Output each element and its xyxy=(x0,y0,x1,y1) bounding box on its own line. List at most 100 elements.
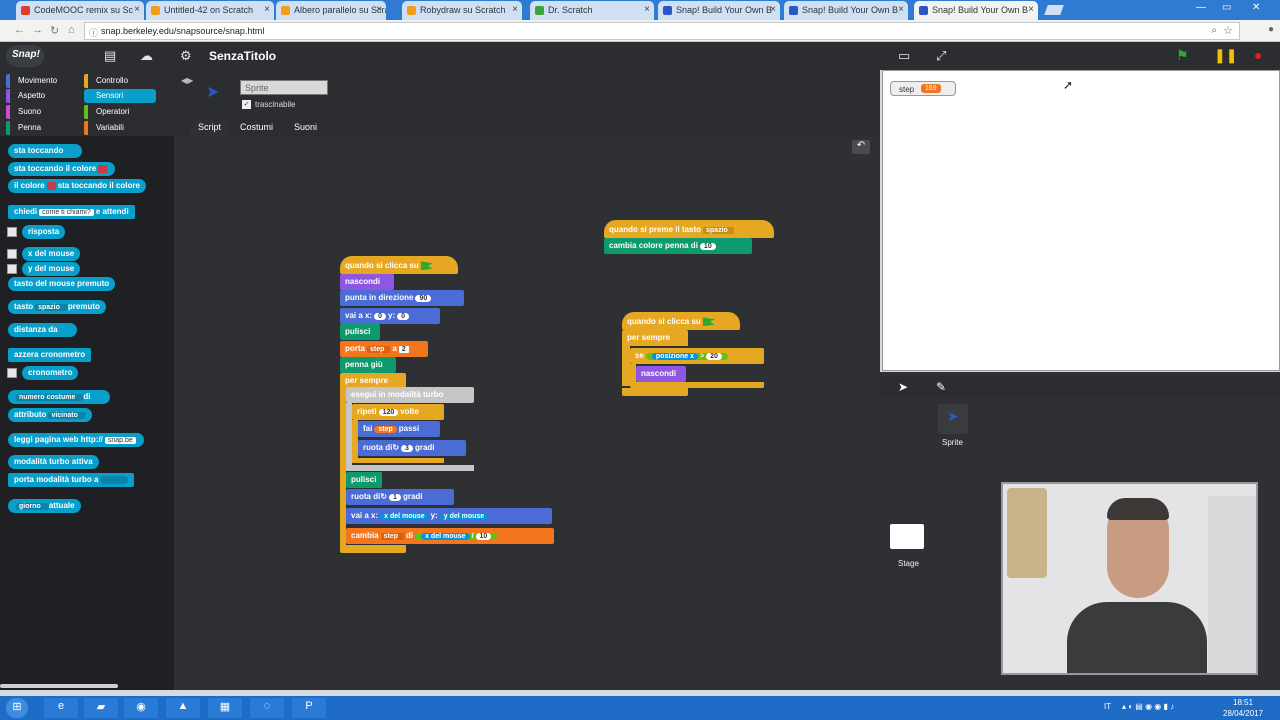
palette-block-attribute-of[interactable]: numero costume di xyxy=(8,390,110,404)
palette-block-mouse-y[interactable]: y del mouse xyxy=(22,262,81,276)
browser-tab[interactable]: Dr. Scratch × xyxy=(530,1,654,20)
palette-block-reset-timer[interactable]: azzera cronometro xyxy=(8,348,92,362)
variable-dropdown[interactable]: step xyxy=(367,346,391,353)
degrees-slot[interactable]: 1 xyxy=(389,494,401,501)
degrees-slot[interactable]: 3 xyxy=(401,445,413,452)
tab-sounds[interactable]: Suoni xyxy=(286,120,325,136)
browser-tab[interactable]: Snap! Build Your Own B × xyxy=(658,1,780,20)
hat-when-key-pressed[interactable]: quando si preme il tasto spazio xyxy=(604,220,774,238)
category-variables[interactable]: Variabili xyxy=(84,121,156,135)
palette-block-touching-color[interactable]: sta toccando il colore xyxy=(8,162,116,176)
vlc-icon[interactable]: ▲ xyxy=(166,698,200,718)
key-dropdown[interactable]: spazio xyxy=(703,227,734,234)
comparison-block[interactable]: posizione x >20 xyxy=(645,353,728,360)
browser-tab[interactable]: CodeMOOC remix su Sc × xyxy=(16,1,144,20)
number-slot[interactable]: 10 xyxy=(475,533,492,540)
close-tab-icon[interactable]: × xyxy=(512,4,518,15)
palette-block-timer[interactable]: cronometro xyxy=(22,366,79,380)
pause-icon[interactable]: ❚❚ xyxy=(1214,47,1237,64)
number-slot[interactable]: 10 xyxy=(699,243,716,250)
block-if[interactable]: se posizione x >20 xyxy=(630,348,764,364)
palette-block-turbo[interactable]: modalità turbo attiva xyxy=(8,455,99,469)
direction-slot[interactable]: 90 xyxy=(415,295,432,302)
close-tab-icon[interactable]: × xyxy=(376,4,382,15)
minimize-icon[interactable]: — xyxy=(1196,2,1206,13)
settings-gear-icon[interactable]: ⚙ xyxy=(180,48,192,64)
block-point-direction[interactable]: punta in direzione 90 xyxy=(340,290,464,306)
boolean-slot[interactable] xyxy=(100,475,129,484)
color-slot[interactable] xyxy=(98,164,108,173)
maximize-icon[interactable]: ▭ xyxy=(1222,2,1231,13)
close-window-icon[interactable]: ✕ xyxy=(1252,2,1260,13)
divide-block[interactable]: x del mouse/10 xyxy=(415,533,498,540)
stage-thumbnail[interactable] xyxy=(890,524,924,549)
new-tab-button[interactable] xyxy=(1044,5,1064,15)
variable-reporter[interactable]: step xyxy=(374,426,397,433)
close-tab-icon[interactable]: × xyxy=(1028,4,1034,15)
palette-block-set-turbo[interactable]: porta modalità turbo a xyxy=(8,473,135,487)
block-turn-right[interactable]: ruota di↻ 3 gradi xyxy=(358,440,466,456)
undo-icon[interactable]: ↶ xyxy=(852,140,870,154)
draggable-checkbox[interactable]: ✓ xyxy=(242,100,251,109)
category-motion[interactable]: Movimento xyxy=(6,74,78,88)
attribute-dropdown[interactable]: numero costume xyxy=(16,394,84,401)
bookmark-star-icon[interactable]: ☆ xyxy=(1223,24,1233,37)
powerpoint-icon[interactable]: P xyxy=(292,698,326,718)
variable-dropdown[interactable]: step xyxy=(380,533,404,540)
sprite-name-field[interactable]: Sprite xyxy=(240,80,328,95)
block-goto-xy[interactable]: vai a x: x del mouse y: y del mouse xyxy=(346,508,552,524)
block-turbo[interactable]: esegui in modalità turbo xyxy=(346,387,474,403)
palette-block-distance[interactable]: distanza da xyxy=(8,323,77,337)
palette-scrollbar[interactable] xyxy=(0,684,118,688)
block-clear[interactable]: pulisci xyxy=(340,324,380,340)
script-area[interactable] xyxy=(174,136,880,690)
mouse-x-reporter[interactable]: x del mouse xyxy=(380,513,429,520)
zoom-icon[interactable]: ⌕ xyxy=(1211,25,1217,36)
stage[interactable] xyxy=(882,70,1280,371)
browser-tab[interactable]: Untitled-42 on Scratch × xyxy=(146,1,274,20)
category-sound[interactable]: Suono xyxy=(6,105,78,119)
cloud-icon[interactable]: ☁ xyxy=(140,48,153,64)
address-bar[interactable]: ⓘ snap.berkeley.edu/snapsource/snap.html… xyxy=(84,22,1240,40)
palette-block-key-pressed[interactable]: tasto spazio premuto xyxy=(8,300,106,314)
snap-logo[interactable]: Snap! xyxy=(6,45,44,67)
page-info-icon[interactable]: ⓘ xyxy=(89,26,98,39)
add-turtle-sprite-icon[interactable]: ➤ xyxy=(898,380,908,394)
category-looks[interactable]: Aspetto xyxy=(6,89,78,103)
start-button-icon[interactable]: ⊞ xyxy=(6,698,28,718)
mouse-x-reporter[interactable]: x del mouse xyxy=(421,533,470,540)
fullscreen-icon[interactable]: ⤢ xyxy=(936,48,946,64)
block-set-variable[interactable]: porta step a 2 xyxy=(340,341,428,357)
hat-when-flag-clicked[interactable]: quando si clicca su xyxy=(622,312,740,330)
screen-recorder-icon[interactable]: ▦ xyxy=(208,698,242,718)
paint-brush-icon[interactable]: ✎ xyxy=(936,380,946,394)
variable-watcher[interactable]: step 169 xyxy=(890,81,956,96)
forward-icon[interactable]: → xyxy=(32,24,43,36)
position-reporter[interactable]: posizione x xyxy=(651,353,699,360)
palette-block-mouse-x[interactable]: x del mouse xyxy=(22,247,81,261)
value-slot[interactable]: 2 xyxy=(398,346,409,353)
block-hide[interactable]: nascondi xyxy=(340,274,394,290)
palette-block-touching[interactable]: sta toccando xyxy=(8,144,83,158)
block-change-pen-color[interactable]: cambia colore penna di 10 xyxy=(604,238,752,254)
stop-icon[interactable]: ● xyxy=(1254,47,1262,63)
block-change-variable[interactable]: cambia step di x del mouse/10 xyxy=(346,528,554,544)
block-hide[interactable]: nascondi xyxy=(636,366,686,382)
browser-tab[interactable]: Albero parallelo su Scra × xyxy=(276,1,386,20)
tray-icons[interactable]: ▴ ◐ ▤ ◉ ◉ ▮ ♪ xyxy=(1122,702,1174,711)
green-flag-icon[interactable]: ⚑ xyxy=(1176,47,1189,64)
block-goto-xy[interactable]: vai a x: 0 y: 0 xyxy=(340,308,440,324)
palette-block-answer[interactable]: risposta xyxy=(22,225,66,239)
category-control[interactable]: Controllo xyxy=(84,74,156,88)
url-slot[interactable]: snap.be xyxy=(104,437,136,444)
close-tab-icon[interactable]: × xyxy=(770,4,776,15)
browser-tab[interactable]: Snap! Build Your Own B × xyxy=(784,1,908,20)
sprite-thumbnail[interactable]: ➤ xyxy=(938,404,968,434)
close-tab-icon[interactable]: × xyxy=(644,4,650,15)
back-icon[interactable]: ← xyxy=(14,24,25,36)
explorer-folder-icon[interactable]: ▰ xyxy=(84,698,118,718)
palette-block-date[interactable]: giorno attuale xyxy=(8,499,81,513)
mouse-y-reporter[interactable]: y del mouse xyxy=(439,513,489,520)
category-sensing[interactable]: Sensori xyxy=(84,89,156,103)
block-repeat[interactable]: ripeti 120 volte xyxy=(352,404,444,420)
